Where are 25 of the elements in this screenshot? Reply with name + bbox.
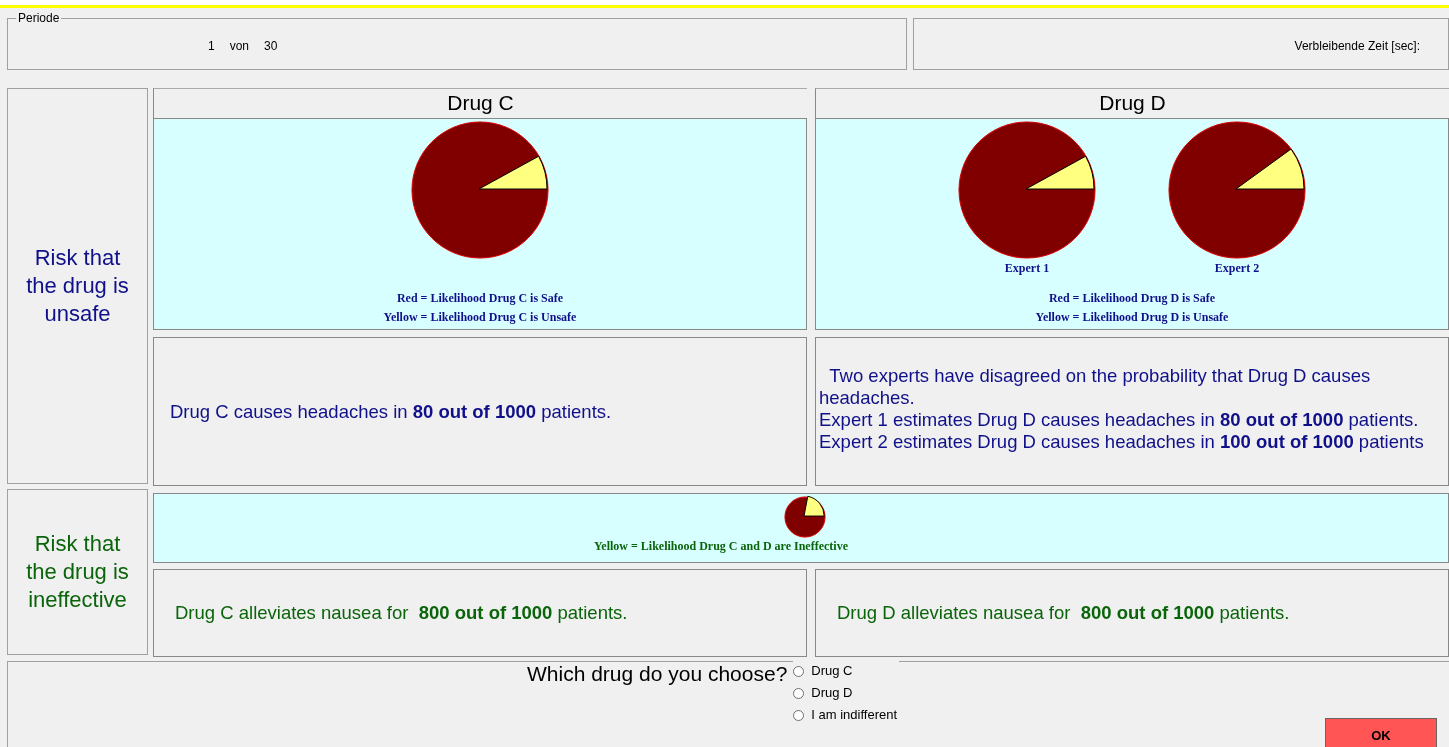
chart-legend: Yellow = Likelihood Drug C is Unsafe xyxy=(383,308,577,327)
radio-option[interactable]: Drug C xyxy=(793,660,898,682)
ok-button[interactable]: OK xyxy=(1325,718,1437,747)
chart-label: Expert 2 xyxy=(1214,261,1260,276)
effect-description: Drug C alleviates nausea for 800 out of 1000 patients. xyxy=(175,602,628,624)
risk-description: Two experts have disagreed on the probability that Drug D causes headaches. xyxy=(819,364,1372,409)
period-current: 1 xyxy=(208,39,215,53)
radio-option[interactable]: Drug D xyxy=(793,682,898,704)
chart-legend: Red = Likelihood Drug C is Safe xyxy=(396,289,564,308)
row-label: Risk that the drug is unsafe xyxy=(7,88,148,484)
chart-label: Expert 1 xyxy=(1004,261,1050,276)
pie-chart xyxy=(783,495,827,539)
timer-label: Verbleibende Zeit [sec]: xyxy=(1294,39,1420,55)
period-separator: von xyxy=(229,39,250,53)
period-legend: Periode xyxy=(16,11,62,25)
period-total: 30 xyxy=(264,39,278,53)
chart-legend: Red = Likelihood Drug D is Safe xyxy=(1048,289,1216,308)
risk-description: Expert 2 estimates Drug D causes headaches in 100 out of 1000 patients xyxy=(819,430,1424,453)
effect-description: Drug D alleviates nausea for 800 out of 1000 patients. xyxy=(837,602,1290,624)
row-label: Risk that the drug is ineffective xyxy=(7,489,148,655)
chart-legend: Yellow = Likelihood Drug C and D are Ineffective xyxy=(594,539,848,554)
risk-description: Expert 1 estimates Drug D causes headaches in 80 out of 1000 patients. xyxy=(819,408,1419,431)
chart-legend: Yellow = Likelihood Drug D is Unsafe xyxy=(1035,308,1229,327)
radio-option[interactable]: I am indifferent xyxy=(793,704,898,726)
risk-description: Drug C causes headaches in 80 out of 1000 patients. xyxy=(170,400,612,423)
